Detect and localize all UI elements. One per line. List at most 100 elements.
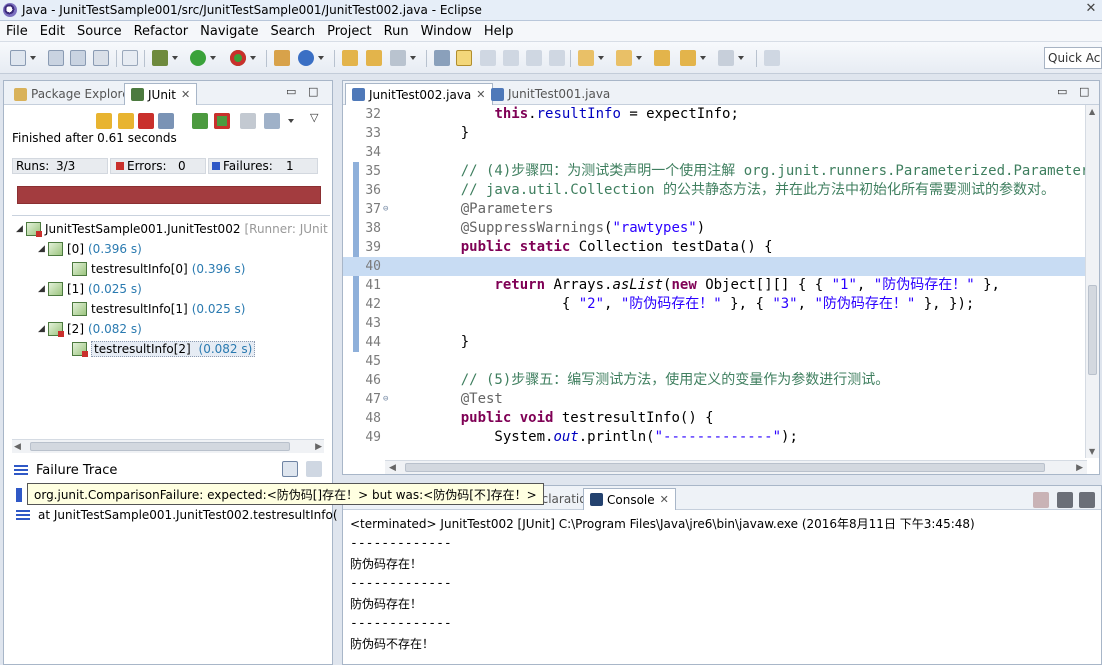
code-line[interactable]: 44 } — [343, 333, 1085, 352]
filter-stack-icon[interactable] — [282, 461, 298, 477]
code-line[interactable]: 45 — [343, 352, 1085, 371]
remove-all-launches-icon[interactable] — [1079, 492, 1095, 508]
stop-icon[interactable] — [240, 113, 256, 129]
menu-navigate[interactable]: Navigate — [194, 21, 264, 42]
code-editor[interactable]: 32 this.resultInfo = expectInfo; 33 } 34 35… — [343, 105, 1085, 458]
tree-test-0[interactable]: testresultInfo[0] (0.396 s) — [72, 260, 246, 278]
next-annotation-icon[interactable] — [434, 50, 450, 66]
new-class-icon[interactable] — [298, 50, 314, 66]
menu-edit[interactable]: Edit — [34, 21, 71, 42]
menu-search[interactable]: Search — [264, 21, 321, 42]
minimize-icon[interactable]: ▭ — [1057, 85, 1067, 98]
editor-horizontal-scrollbar[interactable]: ◀ ▶ — [385, 460, 1087, 474]
code-line[interactable]: 42 { "2", "防伪码存在！" }, { "3", "防伪码存在！" },… — [343, 295, 1085, 314]
tab-package-explorer[interactable]: Package Explorer — [8, 83, 141, 105]
code-line[interactable]: 33 } — [343, 124, 1085, 143]
rerun-failures-icon[interactable] — [214, 113, 230, 129]
console-output[interactable]: <terminated> JunitTest002 [JUnit] C:\Pro… — [343, 510, 1101, 664]
tab-junittest002[interactable]: JunitTest002.java ✕ — [345, 83, 493, 105]
tree-group-1[interactable]: ◢ [1] (0.025 s) — [38, 280, 142, 298]
minimize-icon[interactable]: ▭ — [286, 85, 296, 98]
run-icon[interactable] — [190, 50, 206, 66]
code-line[interactable]: 32 this.resultInfo = expectInfo; — [343, 105, 1085, 124]
code-line[interactable]: 49 System.out.println("-------------"); — [343, 428, 1085, 447]
menu-window[interactable]: Window — [415, 21, 478, 42]
tree-horizontal-scrollbar[interactable]: ◀ ▶ — [12, 439, 324, 453]
new-dropdown-icon[interactable] — [30, 56, 36, 60]
save-icon[interactable] — [48, 50, 64, 66]
code-line[interactable]: 41 return Arrays.asList(new Object[][] {… — [343, 276, 1085, 295]
close-icon[interactable]: ✕ — [181, 88, 190, 101]
open-type-icon[interactable] — [342, 50, 358, 66]
code-line[interactable]: 40 — [343, 257, 1085, 276]
terminate-icon[interactable] — [1033, 492, 1049, 508]
mark-occurrences-icon[interactable] — [456, 50, 472, 66]
next-edit-icon[interactable] — [578, 50, 594, 66]
scroll-lock-icon[interactable] — [158, 113, 174, 129]
close-icon[interactable]: ✕ — [660, 493, 669, 506]
menu-refactor[interactable]: Refactor — [128, 21, 195, 42]
paragraph-icon[interactable] — [526, 50, 542, 66]
fold-icon[interactable]: ⊖ — [383, 390, 388, 409]
tab-junittest001[interactable]: JunitTest001.java — [485, 83, 616, 105]
quick-access-input[interactable]: Quick Access — [1044, 47, 1102, 69]
collapse-icon[interactable]: ◢ — [38, 244, 48, 254]
pin-editor-icon[interactable] — [764, 50, 780, 66]
close-window-icon[interactable]: ✕ — [1080, 0, 1102, 20]
fold-icon[interactable]: ⊖ — [383, 200, 388, 219]
menu-project[interactable]: Project — [321, 21, 377, 42]
code-line[interactable]: 47 ⊖ @Test — [343, 390, 1085, 409]
skip-breakpoints-icon[interactable] — [122, 50, 138, 66]
collapse-icon[interactable]: ◢ — [38, 284, 48, 294]
code-line[interactable]: 48 public void testresultInfo() { — [343, 409, 1085, 428]
remove-launch-icon[interactable] — [1057, 492, 1073, 508]
search-icon[interactable] — [390, 50, 406, 66]
save-all-icon[interactable] — [70, 50, 86, 66]
tree-test-2[interactable]: testresultInfo[2] (0.082 s) — [72, 340, 256, 358]
code-line[interactable]: 38 @SuppressWarnings("rawtypes") — [343, 219, 1085, 238]
collapse-icon[interactable]: ◢ — [16, 224, 26, 234]
tree-test-1[interactable]: testresultInfo[1] (0.025 s) — [72, 300, 246, 318]
trace-line-2[interactable]: at JunitTestSample001.JunitTest002.testr… — [16, 506, 338, 524]
tree-group-2[interactable]: ◢ [2] (0.082 s) — [38, 320, 142, 338]
editor-vertical-scrollbar[interactable]: ▲ ▼ — [1085, 105, 1099, 458]
last-edit-location-icon[interactable] — [654, 50, 670, 66]
debug-icon[interactable] — [152, 50, 168, 66]
tab-junit[interactable]: JUnit ✕ — [124, 83, 198, 105]
prev-failure-icon[interactable] — [118, 113, 134, 129]
menu-source[interactable]: Source — [71, 21, 128, 42]
new-icon[interactable] — [10, 50, 26, 66]
menu-file[interactable]: File — [0, 21, 34, 42]
tree-root[interactable]: ◢ JunitTestSample001.JunitTest002 [Runne… — [16, 220, 330, 238]
tree-group-0[interactable]: ◢ [0] (0.396 s) — [38, 240, 142, 258]
collapse-icon[interactable]: ◢ — [38, 324, 48, 334]
menu-help[interactable]: Help — [478, 21, 520, 42]
compare-result-icon[interactable] — [306, 461, 322, 477]
next-failure-icon[interactable] — [96, 113, 112, 129]
code-line[interactable]: 46 // (5)步骤五：编写测试方法，使用定义的变量作为参数进行测试。 — [343, 371, 1085, 390]
code-line[interactable]: 34 — [343, 143, 1085, 162]
code-line[interactable]: 35 // (4)步骤四：为测试类声明一个使用注解 org.junit.runn… — [343, 162, 1085, 181]
code-line[interactable]: 37 ⊖ @Parameters — [343, 200, 1085, 219]
prev-edit-icon[interactable] — [616, 50, 632, 66]
code-line[interactable]: 43 — [343, 314, 1085, 333]
print-icon[interactable] — [93, 50, 109, 66]
open-task-icon[interactable] — [366, 50, 382, 66]
code-line[interactable]: 36 // java.util.Collection 的公共静态方法，并在此方法… — [343, 181, 1085, 200]
code-line[interactable]: 39 public static Collection testData() { — [343, 238, 1085, 257]
back-icon[interactable] — [680, 50, 696, 66]
coverage-icon[interactable] — [230, 50, 246, 66]
word-wrap-icon[interactable] — [549, 50, 565, 66]
toggle-block-icon[interactable] — [480, 50, 496, 66]
view-menu-icon[interactable]: ▽ — [310, 111, 318, 124]
show-failures-only-icon[interactable] — [138, 113, 154, 129]
show-whitespace-icon[interactable] — [503, 50, 519, 66]
new-java-project-icon[interactable] — [274, 50, 290, 66]
maximize-icon[interactable]: □ — [308, 85, 318, 98]
tab-console[interactable]: Console ✕ — [583, 488, 676, 510]
menu-run[interactable]: Run — [378, 21, 415, 42]
test-run-history-icon[interactable] — [264, 113, 280, 129]
maximize-icon[interactable]: □ — [1079, 85, 1089, 98]
forward-icon[interactable] — [718, 50, 734, 66]
rerun-icon[interactable] — [192, 113, 208, 129]
